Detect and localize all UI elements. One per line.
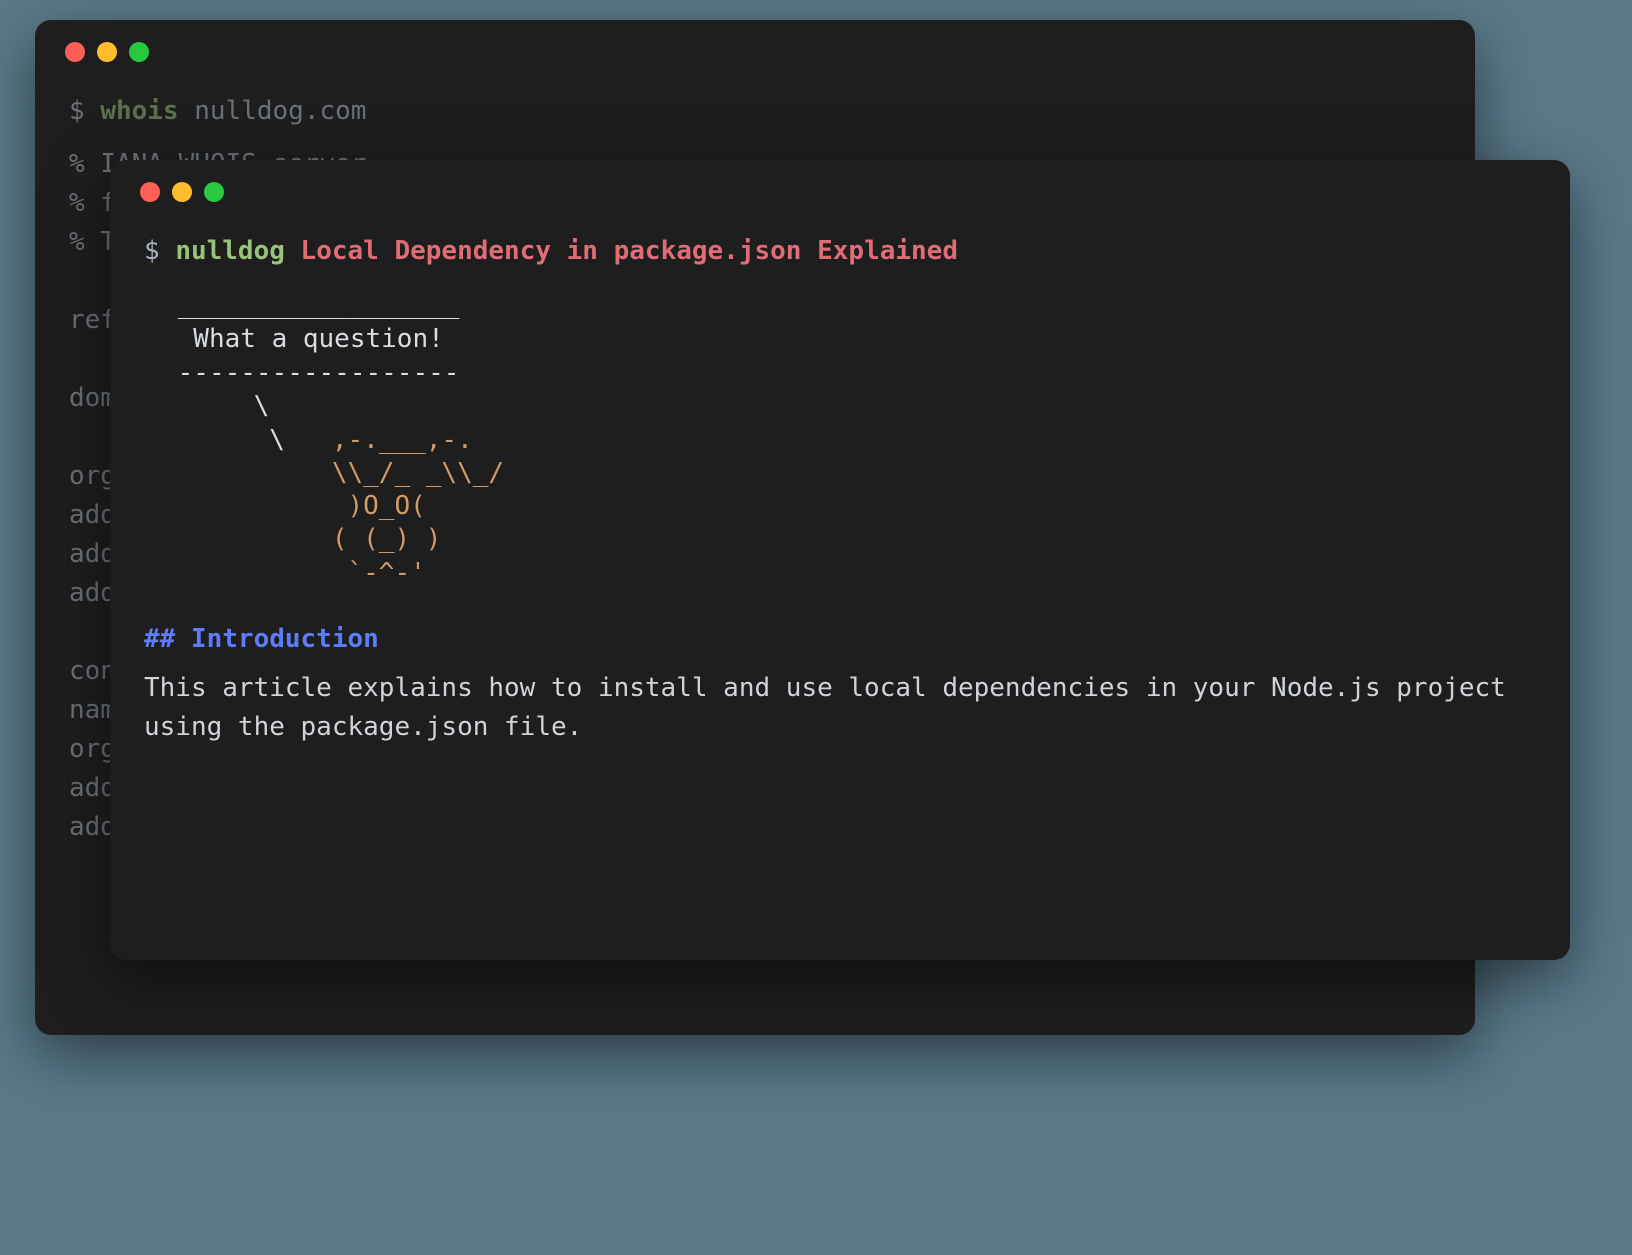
command-verb: whois — [100, 96, 178, 126]
close-icon[interactable] — [140, 182, 160, 202]
dog-ascii-art-icon: \ \ ,-.___,-. \\_/_ _\\_/ )O_O( ( (_) ) … — [144, 390, 1536, 590]
speech-rule-top: __________________ — [162, 289, 1536, 323]
command-args: nulldog.com — [194, 96, 366, 126]
ascii-line: ( (_) ) — [144, 523, 1536, 556]
command-line-front: $ nulldog Local Dependency in package.js… — [144, 232, 1536, 271]
prompt-symbol: $ — [69, 96, 85, 126]
minimize-icon[interactable] — [97, 42, 117, 62]
maximize-icon[interactable] — [204, 182, 224, 202]
ascii-line: \\_/_ _\\_/ — [144, 457, 1536, 490]
close-icon[interactable] — [65, 42, 85, 62]
terminal-content-front: $ nulldog Local Dependency in package.js… — [110, 212, 1570, 767]
prompt-symbol: $ — [144, 236, 160, 266]
terminal-window-front: $ nulldog Local Dependency in package.js… — [110, 160, 1570, 960]
speech-rule-bottom: ------------------ — [162, 357, 1536, 391]
titlebar-front — [110, 160, 1570, 212]
speech-bubble: __________________ What a question! ----… — [162, 289, 1536, 390]
speech-text: What a question! — [162, 323, 1536, 357]
article-title: Local Dependency in package.json Explain… — [301, 236, 958, 266]
ascii-line: \ — [144, 390, 1536, 423]
minimize-icon[interactable] — [172, 182, 192, 202]
command-line-back: $ whois nulldog.com — [69, 92, 1441, 131]
ascii-line: )O_O( — [144, 490, 1536, 523]
section-heading: ## Introduction — [144, 624, 379, 654]
titlebar-back — [35, 20, 1475, 72]
ascii-line: \ ,-.___,-. — [144, 424, 1536, 457]
ascii-line: `-^-' — [144, 557, 1536, 590]
command-verb: nulldog — [175, 236, 285, 266]
maximize-icon[interactable] — [129, 42, 149, 62]
section-paragraph: This article explains how to install and… — [144, 669, 1536, 747]
